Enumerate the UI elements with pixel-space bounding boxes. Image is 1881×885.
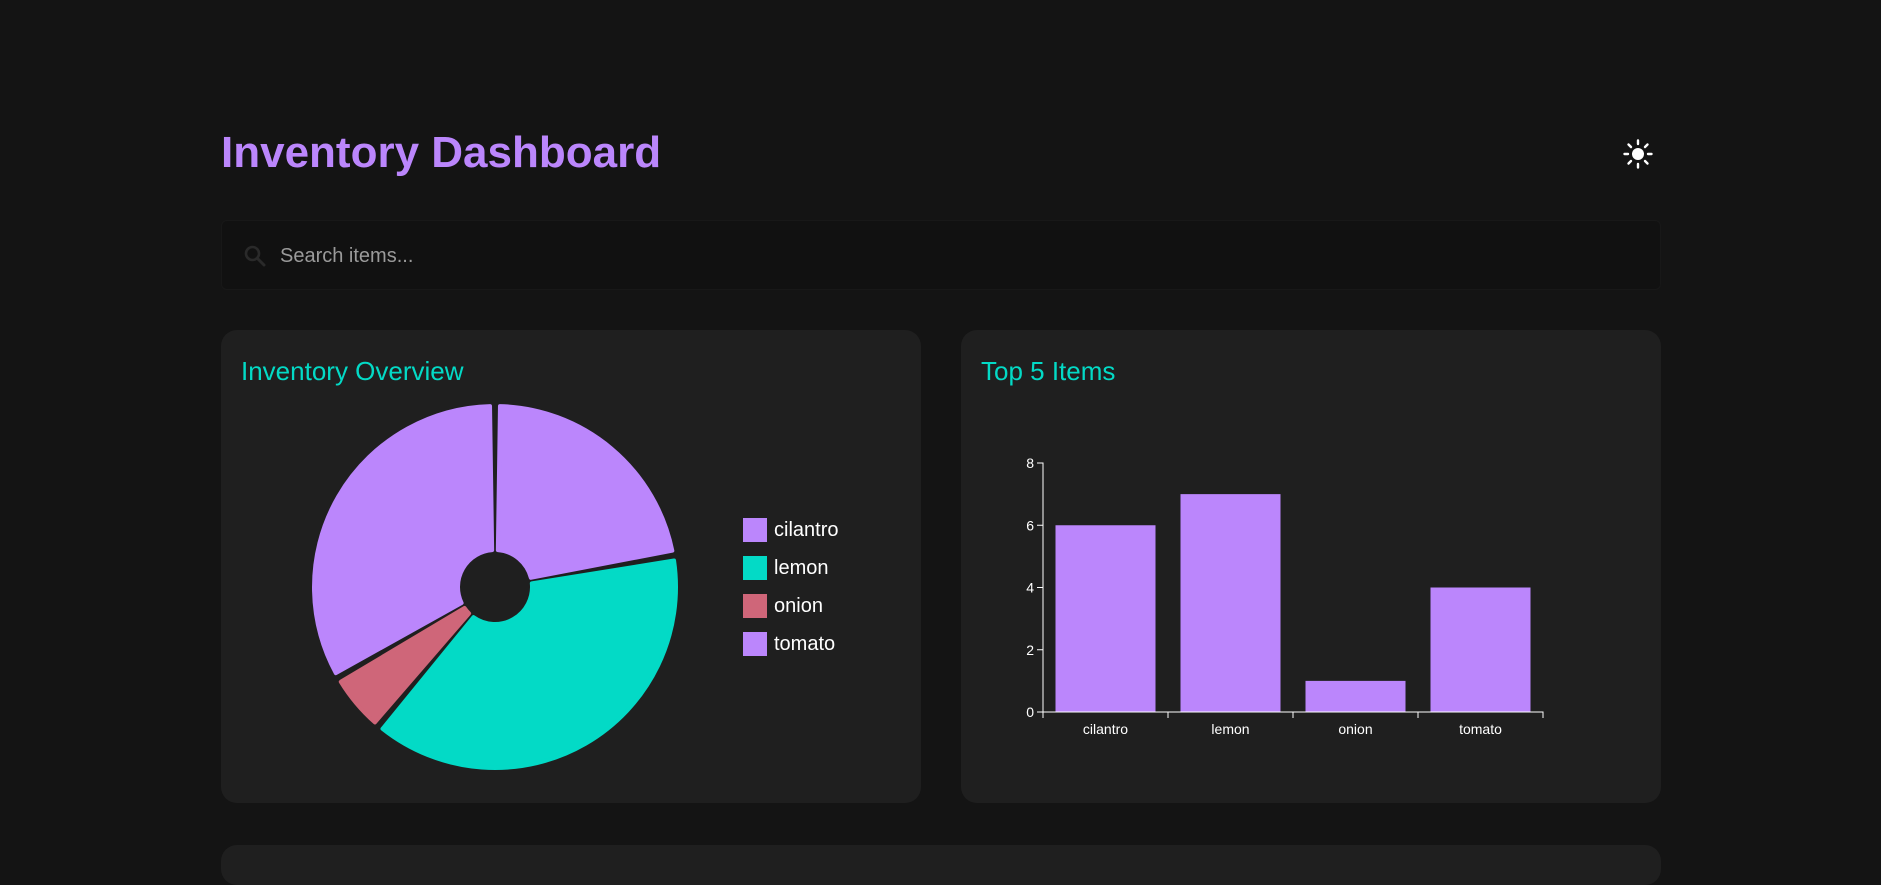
y-tick-label: 8 — [1026, 455, 1034, 471]
legend-label: lemon — [774, 557, 829, 579]
legend-swatch — [743, 632, 767, 656]
page-title: Inventory Dashboard — [221, 128, 662, 177]
legend-item-lemon: lemon — [743, 556, 883, 582]
theme-toggle-button[interactable] — [1620, 136, 1656, 172]
inventory-overview-card: Inventory Overview cilantro lemon onion tom… — [221, 330, 921, 803]
legend-label: cilantro — [774, 519, 839, 541]
header: Inventory Dashboard — [221, 124, 1661, 184]
legend-label: onion — [774, 595, 823, 617]
bar-tomato — [1430, 587, 1531, 712]
top-items-card: Top 5 Items 0 2 4 6 8 cilantro lemon onion tomat… — [961, 330, 1661, 803]
x-tick-label: onion — [1338, 721, 1372, 737]
legend-swatch — [743, 594, 767, 618]
bar-cilantro — [1055, 525, 1156, 712]
y-tick-label: 2 — [1026, 642, 1034, 658]
x-tick-label: lemon — [1211, 721, 1249, 737]
legend-swatch — [743, 556, 767, 580]
y-tick-label: 0 — [1026, 704, 1034, 720]
legend-swatch — [743, 518, 767, 542]
search-input[interactable] — [278, 221, 1642, 291]
legend-item-cilantro: cilantro — [743, 518, 883, 544]
y-tick-label: 4 — [1026, 580, 1034, 596]
legend-item-tomato: tomato — [743, 632, 883, 658]
legend-label: tomato — [774, 633, 836, 655]
pie-slice-tomato — [495, 404, 675, 580]
top-items-bar-chart: 0 2 4 6 8 cilantro lemon onion tomato — [1026, 455, 1544, 737]
bottom-card — [221, 845, 1661, 885]
legend-item-onion: onion — [743, 594, 883, 620]
search-bar — [221, 220, 1661, 291]
search-icon — [244, 245, 266, 267]
x-tick-label: cilantro — [1083, 721, 1128, 737]
sun-icon — [1623, 139, 1653, 169]
x-tick-label: tomato — [1459, 721, 1502, 737]
bar-onion — [1305, 680, 1406, 712]
bar-lemon — [1180, 494, 1281, 712]
y-tick-label: 6 — [1026, 517, 1034, 533]
